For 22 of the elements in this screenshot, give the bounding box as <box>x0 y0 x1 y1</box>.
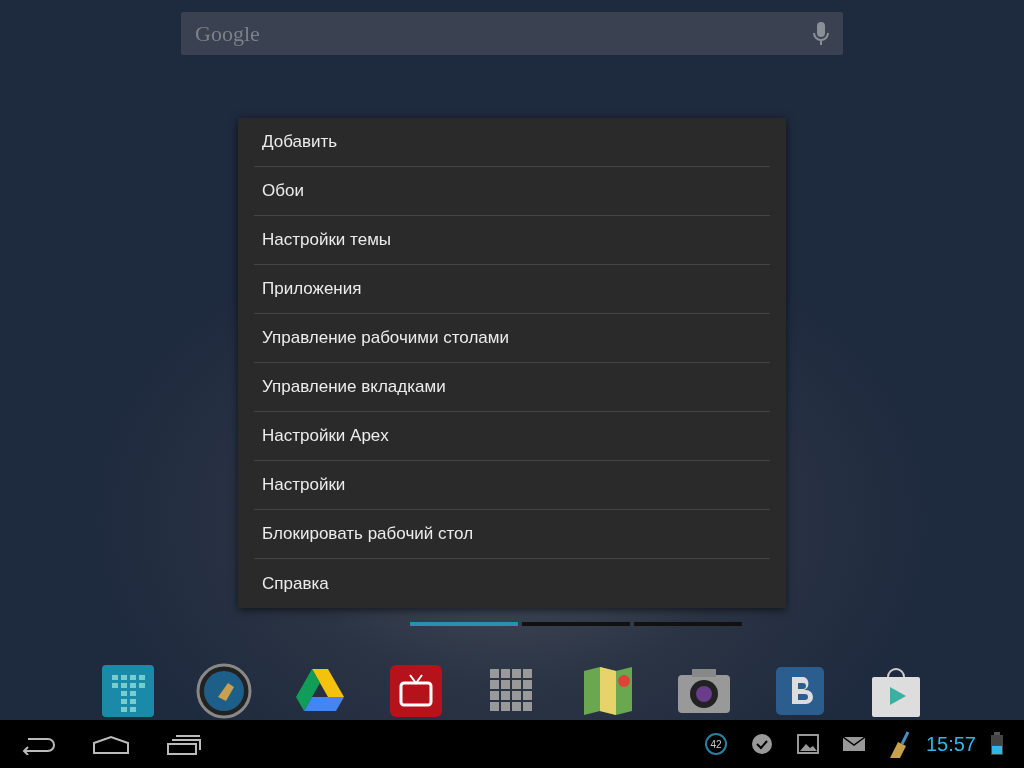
menu-item[interactable]: Управление рабочими столами <box>254 314 770 363</box>
search-field[interactable]: Google <box>181 12 843 55</box>
tv-icon[interactable] <box>388 663 444 719</box>
chat-check-icon <box>749 732 774 756</box>
menu-item[interactable]: Добавить <box>254 118 770 167</box>
recent-apps-button[interactable] <box>166 732 202 756</box>
broom-circle-icon[interactable] <box>196 663 252 719</box>
menu-item[interactable]: Настройки темы <box>254 216 770 265</box>
menu-item[interactable]: Управление вкладками <box>254 363 770 412</box>
menu-item[interactable]: Обои <box>254 167 770 216</box>
clock: 15:57 <box>925 732 976 757</box>
grid-app-icon[interactable] <box>100 663 156 719</box>
menu-item[interactable]: Справка <box>254 559 770 608</box>
menu-item[interactable]: Приложения <box>254 265 770 314</box>
menu-item[interactable]: Настройки Apex <box>254 412 770 461</box>
menu-item[interactable]: Блокировать рабочий стол <box>254 510 770 559</box>
menu-item[interactable]: Настройки <box>254 461 770 510</box>
mail-icon <box>841 735 866 753</box>
microphone-icon[interactable] <box>813 22 829 46</box>
image-icon <box>795 733 820 755</box>
notification-count-icon: 42 <box>703 732 728 756</box>
battery-icon <box>990 732 1004 756</box>
